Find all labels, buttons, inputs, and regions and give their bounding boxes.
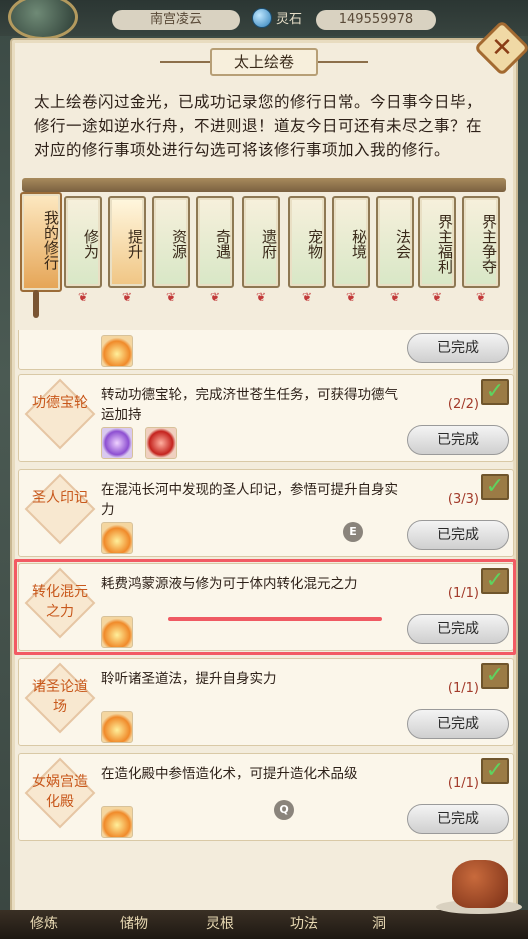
tab-fahui[interactable]: 法会 <box>376 196 414 288</box>
tab-tisheng[interactable]: 提升 <box>108 196 146 288</box>
tab-chongwu[interactable]: 宠物 <box>288 196 326 288</box>
currency-value: 149559978 <box>316 10 436 30</box>
knot-icon: ❦ <box>77 290 89 304</box>
task-name: 功德宝轮 <box>32 395 88 411</box>
panel-title: 太上绘卷 <box>210 48 318 76</box>
tab-mijing[interactable]: 秘境 <box>332 196 370 288</box>
tab-label: 修为 <box>82 229 100 259</box>
completed-button[interactable]: 已完成 <box>407 520 509 550</box>
tab-my-cultivation[interactable]: 我的修行 <box>20 192 62 292</box>
task-description: 转动功德宝轮，完成济世苍生任务，可获得功德气运加持 <box>101 387 398 423</box>
flame-icon <box>101 335 133 367</box>
task-description: 在造化殿中参悟造化术，可提升造化术品级 <box>101 766 358 782</box>
nav-item[interactable]: 灵根 <box>206 912 234 936</box>
task-description: 在混沌长河中发现的圣人印记，参悟可提升自身实力 <box>101 482 398 518</box>
knot-icon: ❦ <box>255 290 267 304</box>
tab-jiezhu-zhengduo[interactable]: 界主争夺 <box>462 196 500 288</box>
nav-item[interactable]: 洞 <box>372 912 386 936</box>
completed-button[interactable]: 已完成 <box>407 804 509 834</box>
player-name: 南宫凌云 <box>112 10 240 30</box>
wine-jar-decoration <box>452 860 508 908</box>
tab-label: 我的修行 <box>42 210 60 270</box>
flame-icon <box>101 711 133 743</box>
knot-icon: ❦ <box>121 290 133 304</box>
tab-label: 宠物 <box>306 229 324 259</box>
task-name: 女娲宫造化殿 <box>32 774 88 810</box>
task-name: 圣人印记 <box>32 490 88 506</box>
task-badge: 诸圣论道场 <box>24 662 96 734</box>
tab-label: 奇遇 <box>214 229 232 259</box>
tab-label: 遗府 <box>260 229 278 259</box>
knot-icon: ❦ <box>431 290 443 304</box>
tab-xiuwei[interactable]: 修为 <box>64 196 102 288</box>
task-badge: 女娲宫造化殿 <box>24 757 96 829</box>
task-progress: (2/2) <box>447 397 479 412</box>
tab-label: 界主福利 <box>436 214 454 274</box>
intro-text: 太上绘卷闪过金光，已成功记录您的修行日常。今日事今日毕，修行一途如逆水行舟，不进… <box>34 93 483 159</box>
checkbox[interactable]: ✓ <box>481 474 509 500</box>
task-progress: (3/3) <box>447 492 479 507</box>
nav-item[interactable]: 储物 <box>120 912 148 936</box>
checkbox[interactable]: ✓ <box>481 663 509 689</box>
nav-item[interactable]: 修炼 <box>30 912 58 936</box>
game-screen: 南宫凌云 灵石 149559978 ✕ 太上绘卷 太上绘卷闪过金光，已成功记录您… <box>0 0 528 939</box>
tab-tassel <box>33 290 39 318</box>
tab-label: 提升 <box>126 229 144 259</box>
tab-jiezhu-fuli[interactable]: 界主福利 <box>418 196 456 288</box>
task-badge: 功德宝轮 <box>24 378 96 450</box>
completed-button[interactable]: 已完成 <box>407 333 509 363</box>
knot-icon: ❦ <box>301 290 313 304</box>
spirit-stone-icon <box>252 8 272 28</box>
task-description: 聆听诸圣道法，提升自身实力 <box>101 671 277 687</box>
tab-label: 资源 <box>170 229 188 259</box>
highlight-box <box>14 559 516 655</box>
checkbox[interactable]: ✓ <box>481 379 509 405</box>
knot-icon: ❦ <box>475 290 487 304</box>
close-icon: ✕ <box>491 33 513 63</box>
list-item: 圣人印记 在混沌长河中发现的圣人印记，参悟可提升自身实力 (3/3) ✓ 已完成 <box>18 469 514 557</box>
knot-icon: ❦ <box>345 290 357 304</box>
task-badge: 圣人印记 <box>24 473 96 545</box>
title-ornament-left <box>160 61 210 63</box>
knot-icon: ❦ <box>209 290 221 304</box>
player-avatar[interactable] <box>8 0 78 40</box>
nav-item[interactable]: 功法 <box>290 912 318 936</box>
red-orb-icon <box>145 427 177 459</box>
purple-orb-icon <box>101 427 133 459</box>
flame-icon <box>101 522 133 554</box>
task-progress: (1/1) <box>447 681 479 696</box>
tab-qiyu[interactable]: 奇遇 <box>196 196 234 288</box>
bottom-nav: 修炼 储物 灵根 功法 洞 <box>0 910 528 939</box>
knot-icon: ❦ <box>165 290 177 304</box>
list-item: 功德宝轮 转动功德宝轮，完成济世苍生任务，可获得功德气运加持 (2/2) ✓ 已… <box>18 374 514 462</box>
title-ornament-right <box>318 61 368 63</box>
list-item: 诸圣论道场 聆听诸圣道法，提升自身实力 (1/1) ✓ 已完成 <box>18 658 514 746</box>
top-status-bar: 南宫凌云 灵石 149559978 <box>0 0 528 40</box>
list-item: 已完成 <box>18 330 514 370</box>
task-name: 诸圣论道场 <box>32 679 88 715</box>
checkbox[interactable]: ✓ <box>481 758 509 784</box>
list-item: 女娲宫造化殿 在造化殿中参悟造化术，可提升造化术品级 (1/1) ✓ 已完成 <box>18 753 514 841</box>
currency-label: 灵石 <box>276 12 303 27</box>
marker-e: E <box>343 522 363 542</box>
knot-icon: ❦ <box>389 290 401 304</box>
tab-label: 法会 <box>394 229 412 259</box>
panel-title-wrap: 太上绘卷 <box>160 46 368 78</box>
tab-ziyuan[interactable]: 资源 <box>152 196 190 288</box>
completed-button[interactable]: 已完成 <box>407 425 509 455</box>
highlight-underline <box>168 617 382 621</box>
tab-label: 界主争夺 <box>480 214 498 274</box>
tab-label: 秘境 <box>350 229 368 259</box>
marker-q: Q <box>274 800 294 820</box>
tab-rail <box>22 178 506 192</box>
task-progress: (1/1) <box>447 776 479 791</box>
flame-icon <box>101 806 133 838</box>
completed-button[interactable]: 已完成 <box>407 709 509 739</box>
tab-yifu[interactable]: 遗府 <box>242 196 280 288</box>
